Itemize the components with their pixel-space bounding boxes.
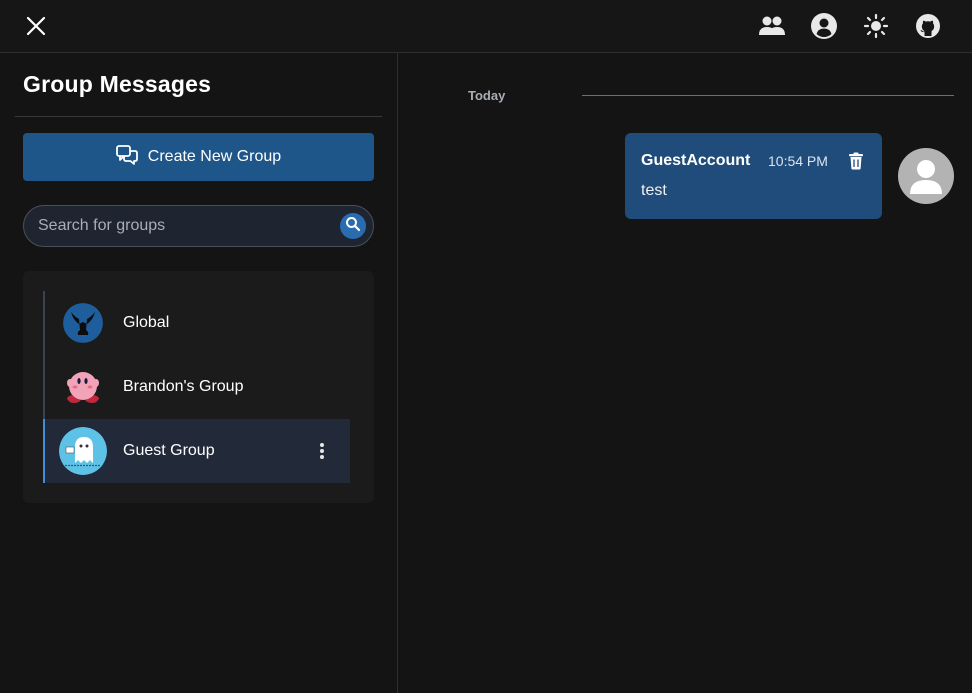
sidebar: Group Messages Create New Group Search f… <box>0 53 398 693</box>
date-separator-label: Today <box>468 88 506 103</box>
more-options-icon[interactable] <box>314 441 330 461</box>
message-bubble: GuestAccount 10:54 PM test <box>625 133 882 219</box>
message-author: GuestAccount <box>641 152 751 169</box>
group-item-brandons-group[interactable]: Brandon's Group <box>45 355 350 419</box>
brandons-group-avatar <box>63 367 103 407</box>
search-button[interactable] <box>340 213 366 239</box>
global-group-avatar <box>63 303 103 343</box>
group-name: Guest Group <box>123 442 215 459</box>
create-new-group-button[interactable]: Create New Group <box>23 133 374 181</box>
top-bar <box>0 0 972 53</box>
avatar <box>898 148 954 204</box>
trash-icon[interactable] <box>848 152 864 170</box>
search-box <box>23 205 374 247</box>
search-icon <box>345 216 361 237</box>
close-icon[interactable] <box>24 14 48 38</box>
group-icon[interactable] <box>746 11 798 41</box>
message-text: test <box>641 182 667 199</box>
group-name: Global <box>123 314 170 331</box>
search-input[interactable] <box>38 206 338 246</box>
date-separator-line <box>582 95 954 96</box>
group-list-panel: Global Brandon's Group Guest Group <box>23 271 374 503</box>
group-item-global[interactable]: Global <box>45 291 350 355</box>
message-timestamp: 10:54 PM <box>768 153 828 169</box>
guest-group-avatar <box>59 427 107 475</box>
group-item-guest-group[interactable]: Guest Group <box>43 419 350 483</box>
account-icon[interactable] <box>798 11 850 41</box>
group-list: Global Brandon's Group Guest Group <box>43 291 350 483</box>
create-new-group-label: Create New Group <box>147 148 282 165</box>
sidebar-title: Group Messages <box>23 71 212 97</box>
theme-icon[interactable] <box>850 11 902 41</box>
top-icon-group <box>746 11 954 41</box>
chat-area: Today GuestAccount 10:54 PM test <box>399 53 972 693</box>
divider <box>15 116 382 117</box>
group-name: Brandon's Group <box>123 378 244 395</box>
chat-bubbles-icon <box>115 144 138 170</box>
github-icon[interactable] <box>902 11 954 41</box>
